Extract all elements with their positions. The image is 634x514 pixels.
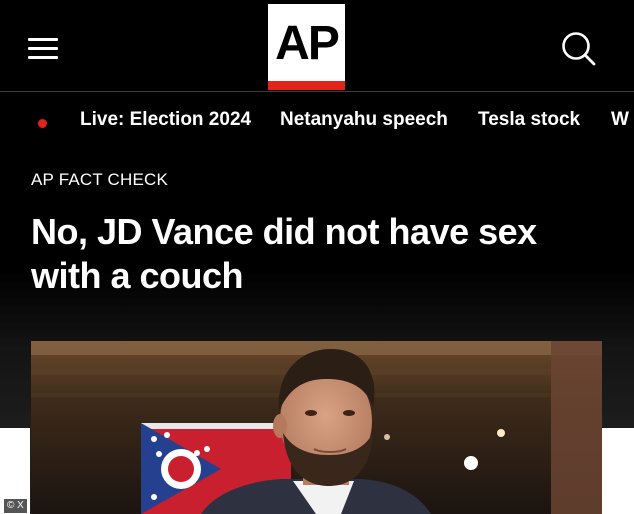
topic-live-election[interactable]: Live: Election 2024 [80, 109, 251, 131]
ap-logo-text: AP [275, 17, 340, 70]
menu-line [28, 47, 58, 50]
search-icon[interactable] [558, 28, 598, 68]
ap-logo[interactable]: AP [268, 4, 345, 90]
photo-credit: © X [4, 499, 27, 513]
topic-netanyahu-speech[interactable]: Netanyahu speech [280, 109, 448, 131]
article-photo [31, 341, 602, 514]
topic-truncated[interactable]: W [611, 109, 634, 131]
menu-line [28, 56, 58, 59]
live-indicator-dot [38, 119, 47, 128]
site-header: AP [0, 0, 634, 92]
hamburger-menu-icon[interactable] [28, 34, 60, 60]
article-kicker[interactable]: AP FACT CHECK [31, 170, 168, 190]
article-headline: No, JD Vance did not have sex with a cou… [31, 211, 537, 296]
menu-line [28, 38, 58, 41]
page-margin-right [602, 428, 634, 514]
topic-tesla-stock[interactable]: Tesla stock [478, 109, 580, 131]
trending-topics-bar: Live: Election 2024 Netanyahu speech Tes… [0, 93, 634, 149]
ap-logo-red-bar [268, 81, 345, 90]
